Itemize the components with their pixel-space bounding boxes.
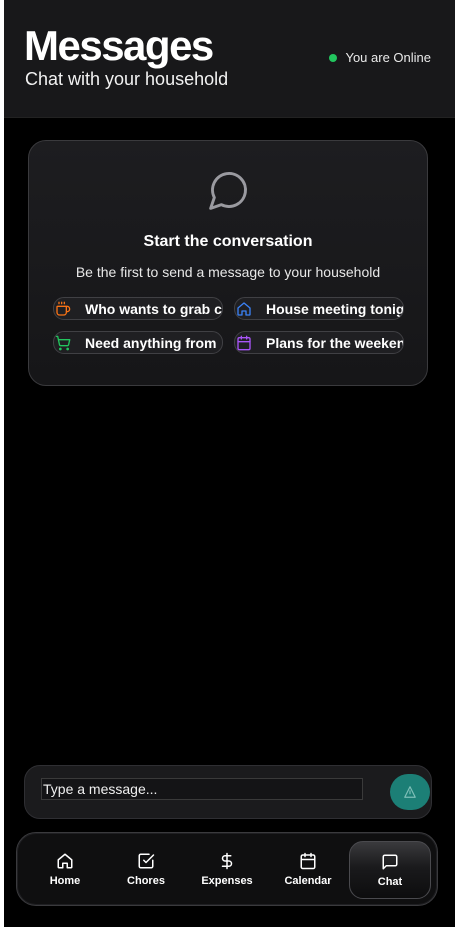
suggestion-chip-label: Plans for the weeken — [266, 334, 404, 351]
suggestion-chip-shopping[interactable]: Need anything from — [53, 331, 223, 354]
home-icon — [237, 301, 251, 316]
suggestion-chip-label: Need anything from — [85, 334, 217, 351]
online-dot-icon — [329, 53, 338, 62]
page-title: Messages — [24, 22, 214, 69]
tab-label: Chores — [127, 874, 165, 887]
suggestion-chip-coffee[interactable]: Who wants to grab c — [53, 297, 223, 320]
tab-label: Calendar — [284, 874, 332, 887]
dollar-icon — [221, 852, 233, 869]
page-subtitle: Chat with your household — [25, 69, 229, 89]
home-icon — [57, 853, 73, 868]
message-input[interactable] — [41, 778, 363, 800]
empty-conversation-card: Start the conversation Be the first to s… — [28, 140, 428, 386]
tab-chores[interactable]: Chores — [106, 841, 186, 897]
suggestion-chip-weekend[interactable]: Plans for the weeken — [234, 331, 404, 354]
empty-state-subtitle: Be the first to send a message to your h… — [75, 264, 381, 280]
tab-label: Expenses — [201, 874, 253, 887]
online-status: You are Online — [329, 50, 431, 65]
page-header: Messages Chat with your household You ar… — [4, 0, 455, 118]
coffee-icon — [56, 301, 71, 316]
tab-label: Home — [49, 874, 81, 887]
message-composer — [24, 765, 432, 819]
suggestion-chip-label: House meeting tonig — [266, 300, 404, 317]
empty-state-title: Start the conversation — [143, 233, 313, 250]
calendar-icon — [237, 335, 251, 350]
online-status-label: You are Online — [345, 50, 431, 65]
suggestion-chip-house-meeting[interactable]: House meeting tonig — [234, 297, 404, 320]
bottom-tab-bar: Home Chores Expenses Calendar Chat — [16, 832, 438, 906]
cart-icon — [55, 335, 71, 350]
send-button[interactable] — [390, 774, 430, 810]
chat-icon — [382, 854, 398, 869]
tab-expenses[interactable]: Expenses — [187, 841, 267, 897]
app-screen: Messages Chat with your household You ar… — [4, 0, 455, 927]
tab-chat[interactable]: Chat — [349, 841, 431, 899]
tab-label: Chat — [377, 875, 403, 888]
suggestion-chip-label: Who wants to grab c — [85, 300, 222, 317]
send-icon — [404, 786, 416, 798]
check-square-icon — [138, 853, 155, 868]
tab-calendar[interactable]: Calendar — [268, 841, 348, 897]
chat-bubble-icon — [209, 172, 247, 210]
calendar-icon — [300, 852, 316, 869]
tab-home[interactable]: Home — [25, 841, 105, 897]
